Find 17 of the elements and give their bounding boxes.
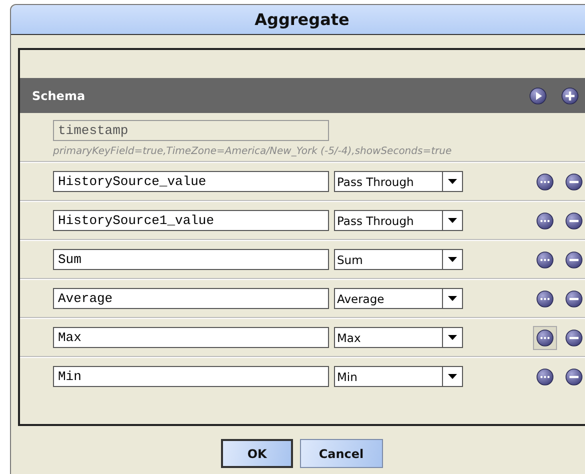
schema-title: Schema: [32, 88, 86, 102]
input-field[interactable]: Sum: [53, 249, 329, 270]
window-title: Aggregate: [254, 10, 350, 29]
field-description: primaryKeyField=true,TimeZone=America/New_York (-5/-4),showSeconds=true: [53, 146, 453, 157]
input-field[interactable]: HistorySource1_value: [53, 210, 329, 231]
cancel-button[interactable]: Cancel: [300, 439, 383, 468]
ok-button[interactable]: OK: [221, 439, 293, 468]
input-field[interactable]: Min: [53, 366, 329, 387]
input-field[interactable]: Max: [53, 327, 329, 348]
function-dropdown[interactable]: Sum: [334, 249, 463, 270]
function-dropdown[interactable]: Pass Through: [334, 171, 463, 192]
function-dropdown[interactable]: Max: [334, 327, 463, 348]
input-field[interactable]: HistorySource_value: [53, 171, 329, 192]
input-field[interactable]: Average: [53, 288, 329, 309]
function-dropdown[interactable]: Pass Through: [334, 210, 463, 231]
function-dropdown[interactable]: Average: [334, 288, 463, 309]
function-dropdown[interactable]: Min: [334, 366, 463, 387]
